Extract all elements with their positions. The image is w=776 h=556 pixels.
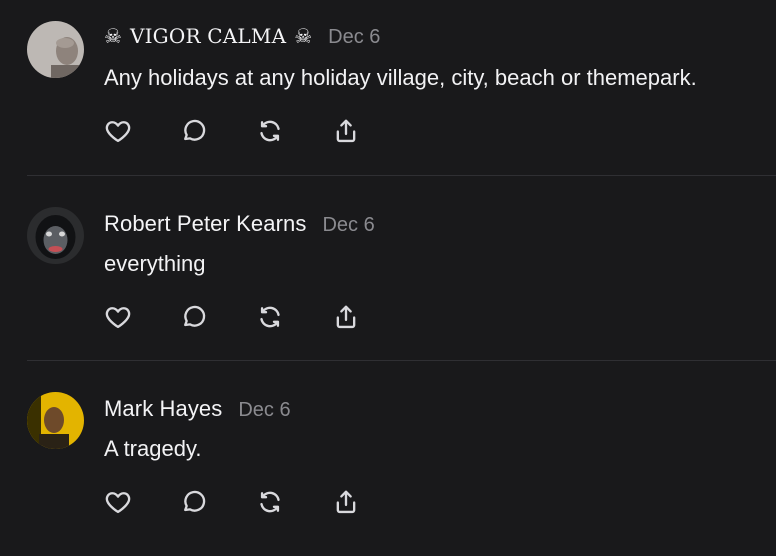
repost-button[interactable] bbox=[256, 303, 284, 331]
chimp-avatar-image bbox=[27, 207, 84, 264]
post-3[interactable]: Mark Hayes Dec 6 A tragedy. bbox=[0, 361, 776, 556]
reply-button[interactable] bbox=[180, 117, 208, 145]
avatar[interactable] bbox=[27, 392, 84, 449]
post-date[interactable]: Dec 6 bbox=[322, 214, 374, 237]
post-text: Any holidays at any holiday village, cit… bbox=[104, 65, 697, 90]
repost-icon bbox=[260, 120, 280, 142]
like-button[interactable] bbox=[104, 117, 132, 145]
heart-icon bbox=[105, 307, 131, 329]
share-icon bbox=[336, 490, 356, 514]
reply-button[interactable] bbox=[180, 488, 208, 516]
post-actions bbox=[104, 117, 408, 145]
repost-button[interactable] bbox=[256, 117, 284, 145]
reply-icon bbox=[184, 305, 206, 327]
author-name[interactable]: VIGOR CALMA bbox=[130, 24, 286, 48]
repost-button[interactable] bbox=[256, 488, 284, 516]
yellow-portrait-avatar-image bbox=[27, 392, 84, 449]
repost-icon bbox=[260, 306, 280, 328]
post-date[interactable]: Dec 6 bbox=[328, 26, 380, 49]
skull-icon: ☠ bbox=[104, 24, 122, 48]
gray-portrait-avatar-image bbox=[27, 21, 84, 78]
reply-icon bbox=[184, 119, 206, 141]
avatar[interactable] bbox=[27, 21, 84, 78]
repost-icon bbox=[260, 491, 280, 513]
share-button[interactable] bbox=[332, 488, 360, 516]
share-icon bbox=[336, 119, 356, 143]
like-button[interactable] bbox=[104, 303, 132, 331]
share-button[interactable] bbox=[332, 117, 360, 145]
like-button[interactable] bbox=[104, 488, 132, 516]
post-actions bbox=[104, 488, 408, 516]
post-actions bbox=[104, 303, 408, 331]
share-icon bbox=[336, 305, 356, 329]
share-button[interactable] bbox=[332, 303, 360, 331]
skull-icon: ☠ bbox=[294, 24, 313, 48]
heart-icon bbox=[105, 492, 131, 514]
post-2[interactable]: Robert Peter Kearns Dec 6 everything bbox=[0, 176, 776, 361]
post-text: A tragedy. bbox=[104, 436, 202, 461]
post-1[interactable]: ☠ VIGOR CALMA ☠ Dec 6 Any holidays at an… bbox=[0, 0, 776, 176]
post-text: everything bbox=[104, 251, 206, 276]
heart-icon bbox=[105, 121, 131, 143]
reply-icon bbox=[184, 490, 206, 512]
avatar[interactable] bbox=[27, 207, 84, 264]
author-name[interactable]: Robert Peter Kearns bbox=[104, 211, 306, 237]
post-date[interactable]: Dec 6 bbox=[238, 399, 290, 422]
reply-button[interactable] bbox=[180, 303, 208, 331]
author-name[interactable]: Mark Hayes bbox=[104, 396, 222, 422]
